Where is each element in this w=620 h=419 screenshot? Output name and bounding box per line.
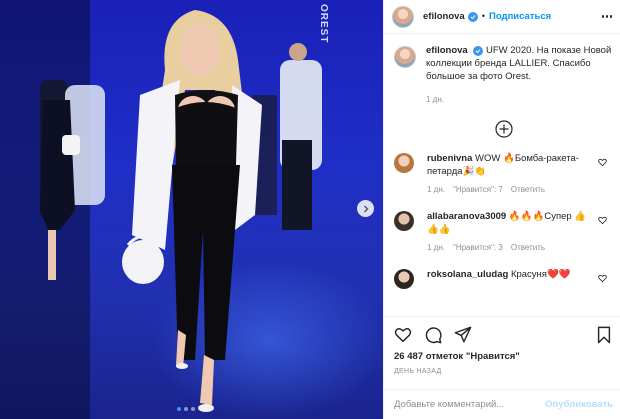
- comment-time[interactable]: 1 дн.: [427, 241, 445, 254]
- share-direct-icon[interactable]: [454, 326, 472, 344]
- comment-item: rubenivna WOW 🔥Бомба-ракета-петарда🎉👏 1 …: [394, 152, 613, 196]
- post-actions: 26 487 отметок "Нравится" ДЕНЬ НАЗАД: [384, 316, 620, 375]
- caption-username[interactable]: efilonova: [426, 45, 468, 56]
- comment-item: allabaranova3009 🔥🔥🔥Супер 👍👍👍 1 дн. "Нра…: [394, 210, 613, 254]
- verified-badge-icon: [473, 46, 484, 56]
- commenter-avatar[interactable]: [394, 153, 414, 173]
- comment-likes[interactable]: "Нравится": 7: [453, 183, 503, 196]
- author-avatar[interactable]: [394, 46, 416, 68]
- more-options-icon[interactable]: [601, 15, 612, 18]
- comment-like-heart-icon[interactable]: [598, 274, 607, 283]
- likes-count[interactable]: 26 487 отметок "Нравится": [394, 351, 613, 362]
- photo-illustration: [40, 10, 322, 412]
- carousel-dot-active: [177, 407, 181, 411]
- carousel-next-button[interactable]: [357, 200, 374, 217]
- author-username[interactable]: efilonova: [423, 11, 465, 22]
- comment-item: roksolana_uludag Красуня❤️❤️: [394, 268, 613, 289]
- author-avatar[interactable]: [392, 5, 414, 28]
- chevron-right-icon: [363, 205, 368, 212]
- comment-like-heart-icon[interactable]: [598, 216, 607, 225]
- add-comment-bar: Опубликовать: [384, 389, 620, 419]
- photo-watermark: OREST: [318, 4, 329, 44]
- post-timestamp[interactable]: ДЕНЬ НАЗАД: [394, 368, 613, 375]
- follow-button[interactable]: Подписаться: [489, 11, 551, 22]
- instagram-post-modal: OREST efilonova • Подписаться efilonova …: [0, 0, 620, 419]
- commenter-avatar[interactable]: [394, 269, 414, 289]
- caption-time[interactable]: 1 дн.: [426, 93, 613, 106]
- post-caption: efilonova UFW 2020. На показе Новой колл…: [394, 44, 613, 106]
- post-photo[interactable]: OREST: [0, 0, 383, 419]
- comment-reply-button[interactable]: Ответить: [511, 241, 545, 254]
- carousel-dot: [184, 407, 188, 411]
- comment-time[interactable]: 1 дн.: [427, 183, 445, 196]
- carousel-dot: [191, 407, 195, 411]
- comment-likes[interactable]: "Нравится": 3: [453, 241, 503, 254]
- comment-username[interactable]: roksolana_uludag: [427, 269, 508, 280]
- comment-username[interactable]: rubenivna: [427, 153, 472, 164]
- load-more-comments-icon[interactable]: [494, 120, 513, 138]
- comment-reply-button[interactable]: Ответить: [511, 183, 545, 196]
- carousel-indicator: [177, 407, 195, 411]
- commenter-avatar[interactable]: [394, 211, 414, 231]
- header-separator: •: [481, 11, 486, 22]
- comment-username[interactable]: allabaranova3009: [427, 211, 506, 222]
- comment-bubble-icon[interactable]: [424, 326, 442, 344]
- comment-text: Красуня❤️❤️: [510, 269, 571, 280]
- comment-input[interactable]: [394, 399, 546, 410]
- comment-like-heart-icon[interactable]: [598, 158, 607, 167]
- post-side-panel: efilonova • Подписаться efilonova UFW 20…: [383, 0, 620, 419]
- save-bookmark-icon[interactable]: [595, 326, 613, 344]
- verified-badge-icon: [467, 11, 478, 22]
- comments-list[interactable]: efilonova UFW 2020. На показе Новой колл…: [384, 34, 620, 316]
- like-heart-icon[interactable]: [394, 326, 412, 344]
- publish-comment-button[interactable]: Опубликовать: [545, 399, 613, 410]
- post-header: efilonova • Подписаться: [384, 0, 620, 34]
